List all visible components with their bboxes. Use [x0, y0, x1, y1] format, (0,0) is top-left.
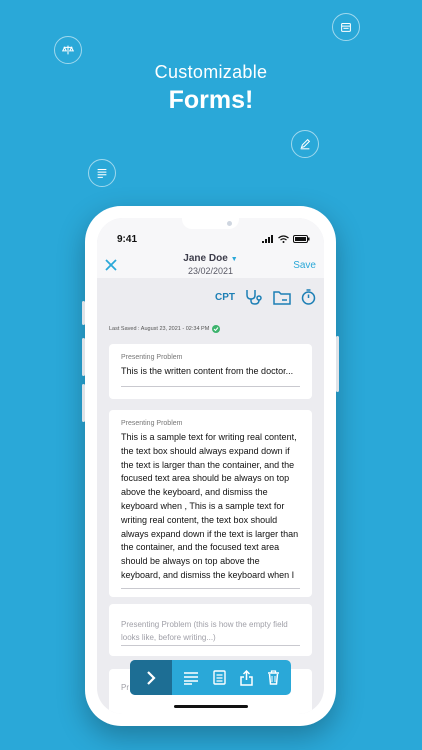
- form-field-card[interactable]: Presenting Problem This is the written c…: [109, 344, 312, 399]
- form-field-card[interactable]: Presenting Problem This is a sample text…: [109, 410, 312, 597]
- timer-icon[interactable]: [301, 289, 316, 305]
- phone-side-button: [336, 336, 339, 392]
- visit-date: 23/02/2021: [187, 266, 234, 276]
- home-indicator: [174, 705, 248, 708]
- phone-mockup: 9:41 Jane Doe ▼ 23/02/2021 Save CPT Last…: [82, 206, 339, 726]
- stethoscope-icon[interactable]: [245, 289, 263, 305]
- scale-icon: [54, 36, 82, 64]
- app-screen: 9:41 Jane Doe ▼ 23/02/2021 Save CPT Last…: [97, 218, 324, 714]
- field-value[interactable]: This is a sample text for writing real c…: [121, 431, 300, 583]
- promo-heading: Customizable Forms!: [0, 62, 422, 115]
- share-icon[interactable]: [240, 669, 253, 686]
- caret-down-icon: ▼: [230, 256, 238, 263]
- status-icons: [262, 235, 310, 243]
- folder-icon[interactable]: [273, 290, 291, 305]
- patient-name: Jane Doe: [183, 253, 228, 264]
- phone-side-button: [82, 301, 85, 325]
- signal-icon: [262, 235, 273, 243]
- status-time: 9:41: [117, 234, 138, 245]
- align-left-icon[interactable]: [183, 671, 199, 685]
- phone-side-button: [82, 338, 85, 376]
- patient-selector[interactable]: Jane Doe ▼: [97, 253, 324, 264]
- battery-icon: [293, 235, 310, 243]
- field-placeholder: Pr: [121, 683, 129, 692]
- edit-icon: [291, 130, 319, 158]
- form-field-card[interactable]: Presenting Problem (this is how the empt…: [109, 604, 312, 656]
- last-saved-status: Last Saved : August 23, 2021 - 02:34 PM: [109, 325, 221, 333]
- promo-line-2: Forms!: [168, 86, 254, 114]
- camera-dot: [227, 221, 232, 226]
- last-saved-text: Last Saved : August 23, 2021 - 02:34 PM: [109, 326, 210, 332]
- bottom-toolbar: [130, 660, 291, 695]
- chevron-right-icon[interactable]: [130, 660, 172, 695]
- field-underline: [121, 386, 300, 387]
- field-label: Presenting Problem: [121, 420, 183, 427]
- document-icon[interactable]: [213, 670, 226, 685]
- tool-icons-row: CPT: [215, 289, 316, 305]
- header-bar: 9:41 Jane Doe ▼ 23/02/2021 Save: [97, 218, 324, 278]
- phone-side-button: [82, 384, 85, 422]
- trash-icon[interactable]: [267, 670, 280, 685]
- field-placeholder[interactable]: Presenting Problem (this is how the empt…: [121, 618, 300, 644]
- cpt-button[interactable]: CPT: [215, 292, 235, 303]
- check-icon: [212, 325, 221, 333]
- save-button[interactable]: Save: [293, 260, 316, 271]
- field-underline: [121, 645, 300, 646]
- field-value[interactable]: This is the written content from the doc…: [121, 365, 300, 379]
- calendar-icon: [332, 13, 360, 41]
- field-underline: [121, 588, 300, 589]
- document-lines-icon: [88, 159, 116, 187]
- field-label: Presenting Problem: [121, 354, 183, 361]
- wifi-icon: [278, 235, 289, 243]
- promo-line-1: Customizable: [154, 62, 268, 82]
